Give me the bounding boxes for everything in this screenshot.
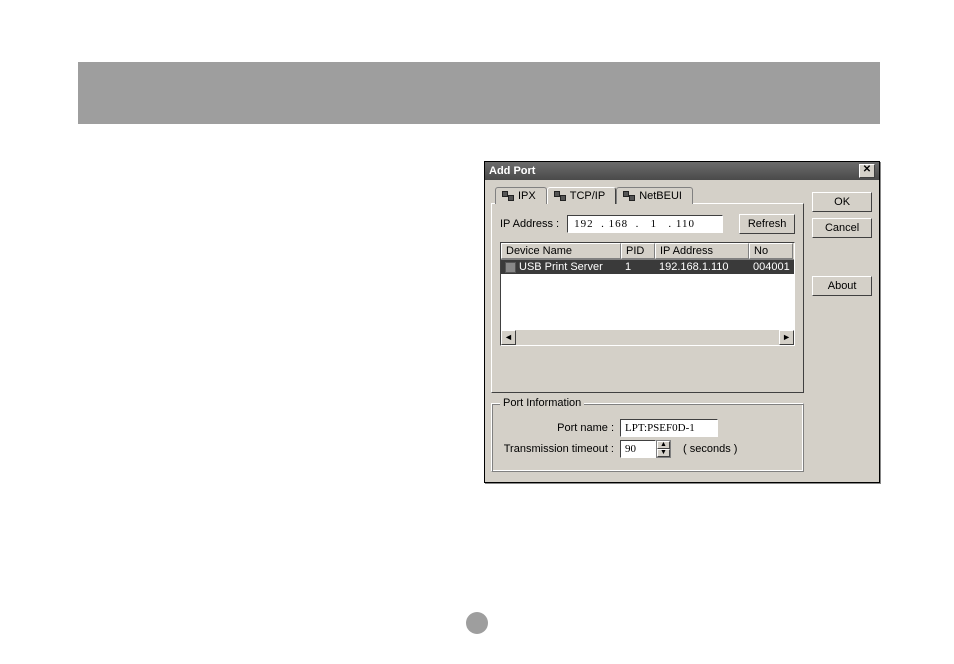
- col-device-name[interactable]: Device Name: [501, 243, 621, 259]
- port-information-group: Port Information Port name : Transmissio…: [491, 403, 804, 472]
- tab-label: IPX: [518, 190, 536, 202]
- tab-ipx[interactable]: IPX: [495, 187, 547, 204]
- cell-no: 004001: [749, 260, 793, 274]
- add-port-dialog: Add Port ✕ IPX TCP/IP NetBEUI: [484, 161, 880, 483]
- timeout-label: Transmission timeout :: [502, 443, 614, 455]
- ip-address-label: IP Address :: [500, 218, 559, 230]
- chevron-right-icon: ►: [782, 332, 791, 342]
- tab-label: NetBEUI: [639, 190, 682, 202]
- cell-device-name: USB Print Server: [501, 260, 621, 274]
- seconds-label: ( seconds ): [683, 443, 737, 455]
- list-header: Device Name PID IP Address No: [501, 243, 794, 260]
- device-list[interactable]: Device Name PID IP Address No USB Print …: [500, 242, 795, 346]
- ok-button[interactable]: OK: [812, 192, 872, 212]
- port-information-legend: Port Information: [500, 397, 584, 409]
- horizontal-scrollbar[interactable]: ◄ ►: [501, 330, 794, 345]
- spin-down-button[interactable]: ▼: [657, 449, 670, 457]
- main-column: IPX TCP/IP NetBEUI IP Address : Refresh: [491, 186, 804, 472]
- tab-label: TCP/IP: [570, 190, 605, 202]
- spin-up-button[interactable]: ▲: [657, 441, 670, 449]
- timeout-row: Transmission timeout : ▲ ▼ ( seconds ): [502, 440, 793, 458]
- titlebar[interactable]: Add Port ✕: [485, 162, 879, 180]
- tab-tcpip[interactable]: TCP/IP: [547, 187, 616, 204]
- tab-panel: IP Address : Refresh Device Name PID IP …: [491, 203, 804, 393]
- chevron-up-icon: ▲: [660, 441, 667, 448]
- port-name-label: Port name :: [502, 422, 614, 434]
- printserver-icon: [505, 262, 516, 273]
- dialog-title: Add Port: [489, 165, 535, 177]
- tab-netbeui[interactable]: NetBEUI: [616, 187, 693, 204]
- about-button[interactable]: About: [812, 276, 872, 296]
- list-row[interactable]: USB Print Server 1 192.168.1.110 004001: [501, 260, 794, 274]
- col-ip-address[interactable]: IP Address: [655, 243, 749, 259]
- chevron-left-icon: ◄: [504, 332, 513, 342]
- side-column: OK Cancel About: [812, 186, 873, 472]
- port-name-input[interactable]: [620, 419, 718, 437]
- port-name-row: Port name :: [502, 419, 793, 437]
- col-pid[interactable]: PID: [621, 243, 655, 259]
- scroll-right-button[interactable]: ►: [779, 330, 794, 345]
- page-number-dot: [466, 612, 488, 634]
- timeout-spinner: ▲ ▼: [656, 440, 671, 458]
- close-button[interactable]: ✕: [859, 164, 875, 178]
- network-icon: [554, 191, 566, 201]
- network-icon: [502, 191, 514, 201]
- dialog-body: IPX TCP/IP NetBEUI IP Address : Refresh: [485, 180, 879, 482]
- refresh-button[interactable]: Refresh: [739, 214, 795, 234]
- cancel-button[interactable]: Cancel: [812, 218, 872, 238]
- scroll-left-button[interactable]: ◄: [501, 330, 516, 345]
- ip-address-input[interactable]: [567, 215, 723, 233]
- cell-pid: 1: [621, 260, 655, 274]
- close-icon: ✕: [863, 164, 871, 175]
- cell-text: USB Print Server: [519, 261, 603, 273]
- cell-ip: 192.168.1.110: [655, 260, 749, 274]
- page-banner: [78, 62, 880, 124]
- tabstrip: IPX TCP/IP NetBEUI: [491, 187, 804, 204]
- network-icon: [623, 191, 635, 201]
- col-no[interactable]: No: [749, 243, 793, 259]
- timeout-stepper: ▲ ▼: [620, 440, 671, 458]
- timeout-input[interactable]: [620, 440, 656, 458]
- ip-address-row: IP Address : Refresh: [500, 214, 795, 234]
- chevron-down-icon: ▼: [660, 449, 667, 456]
